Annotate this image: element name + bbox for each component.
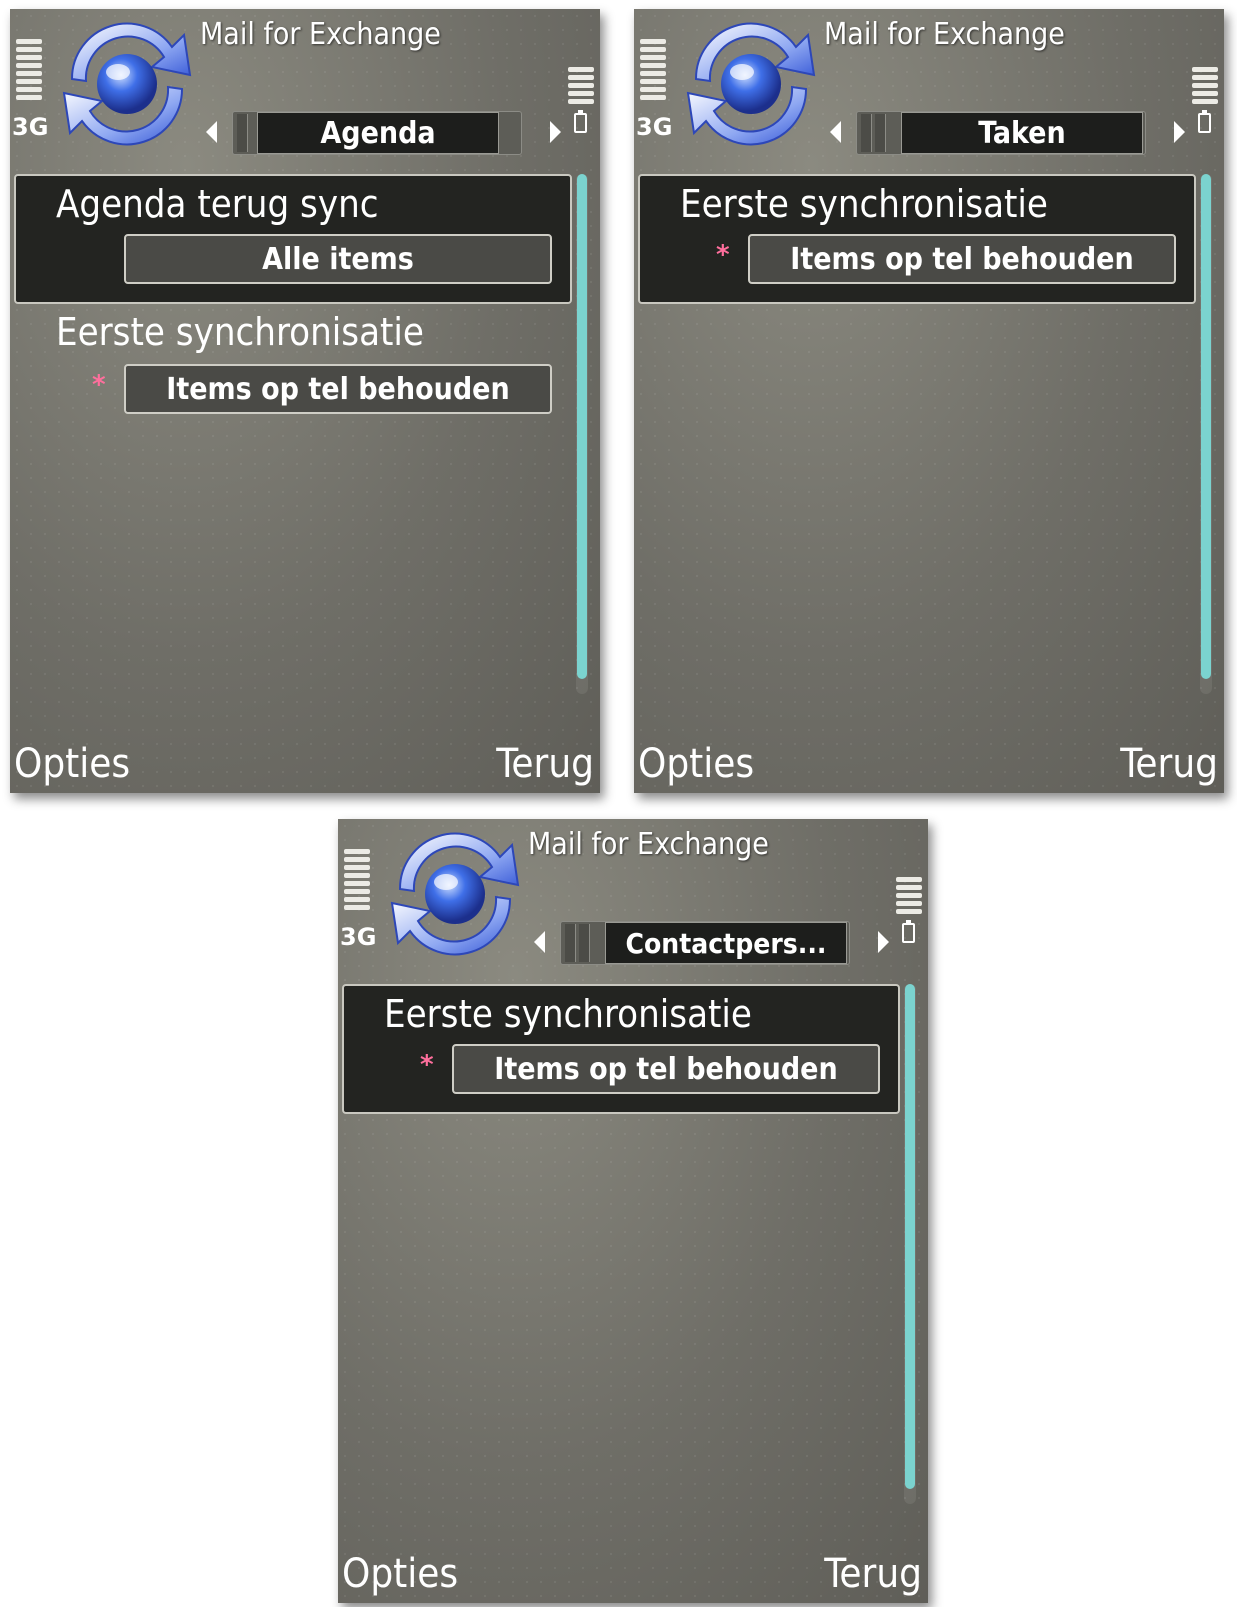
softkey-options[interactable]: Opties	[638, 741, 754, 787]
app-title: Mail for Exchange	[528, 827, 769, 862]
setting-label: Eerste synchronisatie	[384, 992, 752, 1036]
tab-right-arrow-icon[interactable]	[878, 931, 889, 953]
softkey-back[interactable]: Terug	[496, 741, 594, 787]
signal-strength-icon	[16, 39, 42, 103]
tab-ghost[interactable]	[565, 924, 576, 962]
softkey-options[interactable]: Opties	[342, 1551, 458, 1597]
tab-strip: Agenda	[232, 111, 522, 155]
scrollbar-thumb[interactable]	[577, 174, 587, 679]
battery-icon	[574, 110, 587, 133]
setting-value[interactable]: Alle items	[124, 234, 552, 284]
battery-level-icon	[568, 67, 594, 107]
battery-icon	[1198, 110, 1211, 133]
sync-logo-icon	[686, 22, 816, 146]
softkey-back[interactable]: Terug	[824, 1551, 922, 1597]
required-marker: *	[716, 240, 730, 270]
tab-active[interactable]: Contactpers...	[605, 922, 847, 964]
scrollbar[interactable]	[1200, 174, 1212, 694]
setting-value[interactable]: Items op tel behouden	[124, 364, 552, 414]
sync-logo-icon	[62, 22, 192, 146]
phone-screen-agenda: 3G Mail for Exchange Agenda Agenda terug…	[10, 9, 600, 793]
battery-level-icon	[1192, 67, 1218, 107]
softkey-options[interactable]: Opties	[14, 741, 130, 787]
signal-strength-icon	[344, 849, 370, 913]
sync-logo-icon	[390, 832, 520, 956]
tab-left-arrow-icon[interactable]	[830, 121, 841, 143]
tab-strip: Taken	[856, 111, 1146, 155]
network-type-label: 3G	[636, 113, 673, 141]
phone-screen-contacts: 3G Mail for Exchange Contactpers... Eers…	[338, 819, 928, 1603]
softkey-back[interactable]: Terug	[1120, 741, 1218, 787]
setting-value[interactable]: Items op tel behouden	[748, 234, 1176, 284]
tab-active[interactable]: Taken	[901, 112, 1143, 154]
scrollbar[interactable]	[576, 174, 588, 694]
network-type-label: 3G	[12, 113, 49, 141]
setting-value[interactable]: Items op tel behouden	[452, 1044, 880, 1094]
required-marker: *	[420, 1050, 434, 1080]
setting-label: Eerste synchronisatie	[56, 310, 424, 354]
app-title: Mail for Exchange	[824, 17, 1065, 52]
tab-left-arrow-icon[interactable]	[534, 931, 545, 953]
required-marker: *	[92, 370, 106, 400]
scrollbar-thumb[interactable]	[1201, 174, 1211, 679]
setting-label: Agenda terug sync	[56, 182, 379, 226]
tab-active[interactable]: Agenda	[257, 112, 499, 154]
tab-ghost[interactable]	[579, 924, 590, 962]
signal-strength-icon	[640, 39, 666, 103]
tab-ghost[interactable]	[237, 114, 248, 152]
tab-left-arrow-icon[interactable]	[206, 121, 217, 143]
battery-level-icon	[896, 877, 922, 917]
network-type-label: 3G	[340, 923, 377, 951]
tab-right-arrow-icon[interactable]	[550, 121, 561, 143]
tab-ghost[interactable]	[861, 114, 872, 152]
setting-label: Eerste synchronisatie	[680, 182, 1048, 226]
scrollbar[interactable]	[904, 984, 916, 1504]
tab-right-arrow-icon[interactable]	[1174, 121, 1185, 143]
phone-screen-taken: 3G Mail for Exchange Taken Eerste synchr…	[634, 9, 1224, 793]
scrollbar-thumb[interactable]	[905, 984, 915, 1489]
tab-ghost[interactable]	[875, 114, 886, 152]
battery-icon	[902, 920, 915, 943]
tab-strip: Contactpers...	[560, 921, 850, 965]
app-title: Mail for Exchange	[200, 17, 441, 52]
